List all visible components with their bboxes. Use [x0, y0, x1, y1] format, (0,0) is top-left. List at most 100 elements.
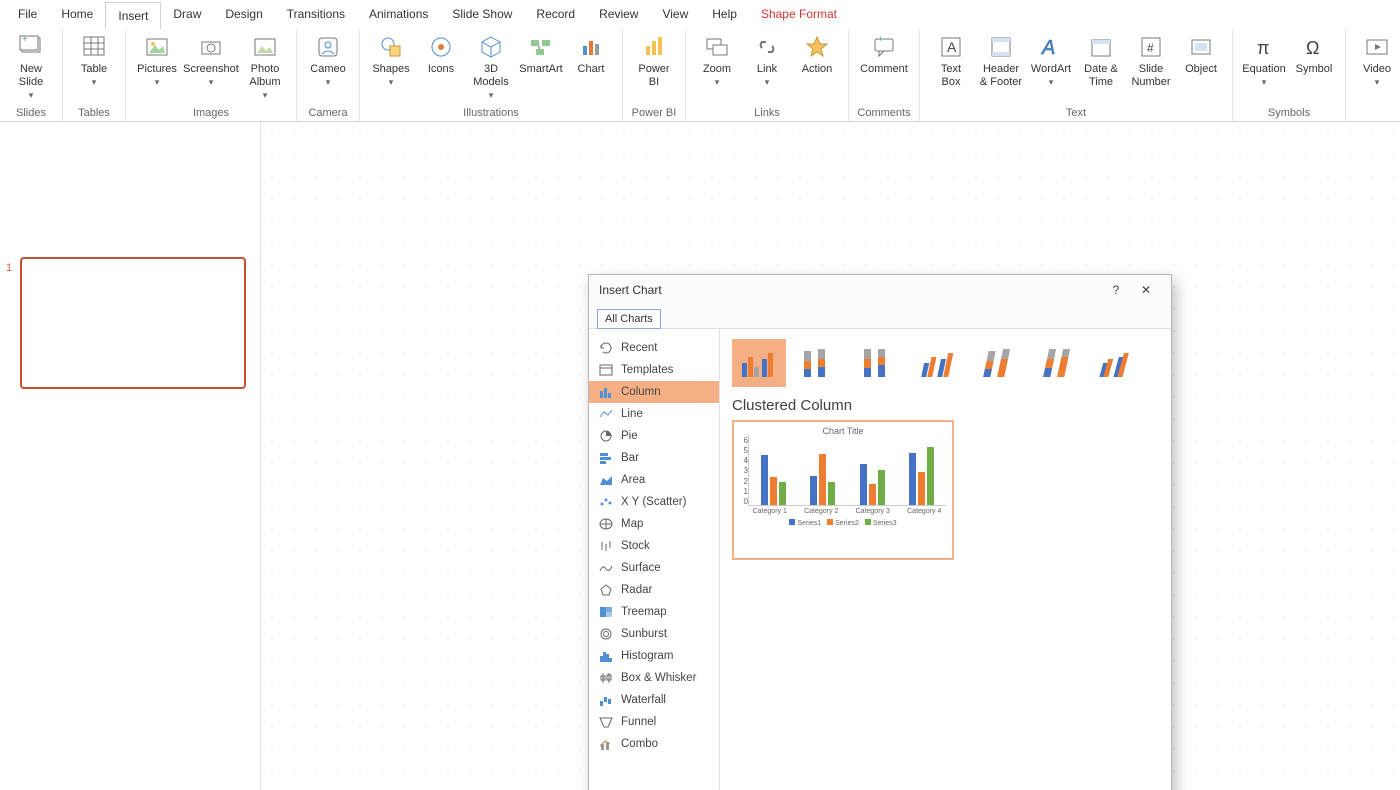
textbox-button[interactable]: AText Box — [926, 33, 976, 89]
ribbon-group-symbols: πEquation▾ ΩSymbol Symbols — [1233, 29, 1346, 121]
chart-category-area[interactable]: Area — [589, 469, 719, 491]
album-icon — [251, 33, 279, 61]
menu-shape-format[interactable]: Shape Format — [749, 1, 849, 27]
menu-home[interactable]: Home — [49, 1, 105, 27]
photo-album-button[interactable]: Photo Album▾ — [240, 33, 290, 102]
chart-category-waterfall[interactable]: Waterfall — [589, 689, 719, 711]
chart-subtype-panel: Clustered Column Chart Title 6543210 Cat… — [720, 329, 1171, 790]
equation-button[interactable]: πEquation▾ — [1239, 33, 1289, 89]
chevron-down-icon: ▾ — [1049, 76, 1054, 89]
chart-category-line[interactable]: Line — [589, 403, 719, 425]
comment-button[interactable]: +Comment — [855, 33, 913, 76]
object-button[interactable]: Object — [1176, 33, 1226, 76]
svg-text:#: # — [1147, 41, 1154, 55]
chart-subtype-6[interactable] — [1032, 339, 1086, 387]
symbol-button[interactable]: ΩSymbol — [1289, 33, 1339, 76]
category-icon — [597, 384, 615, 400]
svg-text:π: π — [1257, 38, 1269, 58]
menubar: File Home Insert Draw Design Transitions… — [0, 0, 1400, 29]
chart-category-treemap[interactable]: Treemap — [589, 601, 719, 623]
chart-subtype-3[interactable] — [852, 339, 906, 387]
chart-button[interactable]: Chart — [566, 33, 616, 76]
chart-category-surface[interactable]: Surface — [589, 557, 719, 579]
svg-text:A: A — [1041, 37, 1055, 59]
dialog-titlebar: Insert Chart ? ✕ — [589, 275, 1171, 305]
chart-y-axis: 6543210 — [740, 436, 748, 506]
chart-subtype-5[interactable] — [972, 339, 1026, 387]
zoom-button[interactable]: Zoom▾ — [692, 33, 742, 89]
chart-subtype-4[interactable] — [912, 339, 966, 387]
chevron-down-icon: ▾ — [389, 76, 394, 89]
menu-draw[interactable]: Draw — [161, 1, 213, 27]
chart-legend: Series1Series2Series3 — [789, 519, 896, 527]
menu-slideshow[interactable]: Slide Show — [440, 1, 524, 27]
new-slide-button[interactable]: +New Slide▾ — [6, 33, 56, 102]
3d-models-button[interactable]: 3D Models▾ — [466, 33, 516, 102]
powerbi-button[interactable]: Power BI — [629, 33, 679, 89]
chart-category-pie[interactable]: Pie — [589, 425, 719, 447]
date-time-button[interactable]: Date & Time — [1076, 33, 1126, 89]
insert-chart-dialog: Insert Chart ? ✕ All Charts RecentTempla… — [588, 274, 1172, 790]
close-icon[interactable]: ✕ — [1131, 283, 1161, 297]
shapes-button[interactable]: Shapes▾ — [366, 33, 416, 89]
chart-category-map[interactable]: Map — [589, 513, 719, 535]
menu-file[interactable]: File — [6, 1, 49, 27]
category-icon — [597, 406, 615, 422]
header-footer-button[interactable]: Header & Footer — [976, 33, 1026, 89]
smartart-button[interactable]: SmartArt — [516, 33, 566, 76]
chart-category-histogram[interactable]: Histogram — [589, 645, 719, 667]
ribbon-group-links: Zoom▾ Link▾ Action Links — [686, 29, 849, 121]
chart-category-recent[interactable]: Recent — [589, 337, 719, 359]
textbox-icon: A — [937, 33, 965, 61]
table-button[interactable]: Table▾ — [69, 33, 119, 89]
chart-category-stock[interactable]: Stock — [589, 535, 719, 557]
category-icon — [597, 494, 615, 510]
slide-number-button[interactable]: #Slide Number — [1126, 33, 1176, 89]
category-icon — [597, 362, 615, 378]
category-icon — [597, 626, 615, 642]
smartart-icon — [527, 33, 555, 61]
icons-button[interactable]: Icons — [416, 33, 466, 76]
chart-category-column[interactable]: Column — [589, 381, 719, 403]
menu-insert[interactable]: Insert — [105, 2, 161, 29]
screenshot-button[interactable]: Screenshot▾ — [182, 33, 240, 89]
chart-subtype-1[interactable] — [732, 339, 786, 387]
cameo-button[interactable]: Cameo▾ — [303, 33, 353, 89]
video-icon — [1363, 33, 1391, 61]
ribbon-group-illustrations: Shapes▾ Icons 3D Models▾ SmartArt Chart … — [360, 29, 623, 121]
dialog-content: RecentTemplatesColumnLinePieBarAreaX Y (… — [589, 328, 1171, 790]
chart-subtype-2[interactable] — [792, 339, 846, 387]
new-slide-icon: + — [17, 33, 45, 61]
slide-thumbnail-1[interactable] — [20, 257, 246, 389]
chart-category-templates[interactable]: Templates — [589, 359, 719, 381]
category-icon — [597, 714, 615, 730]
menu-transitions[interactable]: Transitions — [275, 1, 357, 27]
dialog-tabrow: All Charts — [589, 305, 1171, 328]
link-button[interactable]: Link▾ — [742, 33, 792, 89]
shapes-icon — [377, 33, 405, 61]
help-icon[interactable]: ? — [1101, 283, 1131, 297]
menu-view[interactable]: View — [650, 1, 700, 27]
menu-design[interactable]: Design — [213, 1, 274, 27]
menu-animations[interactable]: Animations — [357, 1, 440, 27]
chart-category-radar[interactable]: Radar — [589, 579, 719, 601]
wordart-button[interactable]: AWordArt▾ — [1026, 33, 1076, 89]
menu-record[interactable]: Record — [524, 1, 587, 27]
chart-category-combo[interactable]: Combo — [589, 733, 719, 755]
menu-help[interactable]: Help — [700, 1, 749, 27]
chart-category-x-y-scatter-[interactable]: X Y (Scatter) — [589, 491, 719, 513]
tab-all-charts[interactable]: All Charts — [597, 309, 661, 329]
menu-review[interactable]: Review — [587, 1, 650, 27]
chart-category-funnel[interactable]: Funnel — [589, 711, 719, 733]
chart-category-sunburst[interactable]: Sunburst — [589, 623, 719, 645]
chevron-down-icon: ▾ — [715, 76, 720, 89]
action-button[interactable]: Action — [792, 33, 842, 76]
chevron-down-icon: ▾ — [155, 76, 160, 89]
chart-subtype-7[interactable] — [1092, 339, 1146, 387]
omega-icon: Ω — [1300, 33, 1328, 61]
chart-category-box-whisker[interactable]: Box & Whisker — [589, 667, 719, 689]
chart-category-bar[interactable]: Bar — [589, 447, 719, 469]
pictures-button[interactable]: Pictures▾ — [132, 33, 182, 89]
chart-preview[interactable]: Chart Title 6543210 Category 1Category 2… — [732, 420, 954, 560]
video-button[interactable]: Video▾ — [1352, 33, 1400, 89]
